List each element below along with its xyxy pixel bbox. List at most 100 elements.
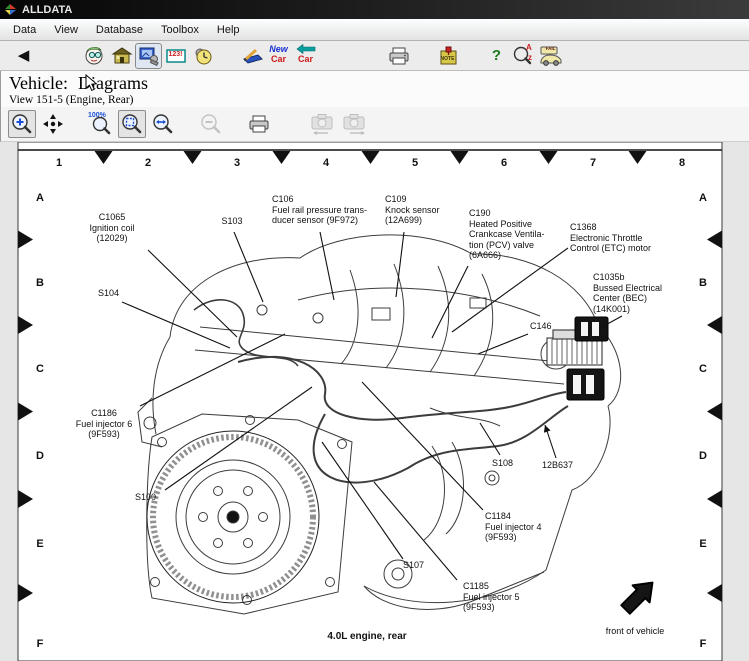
callout-c106: C106Fuel rail pressure trans-ducer senso… bbox=[272, 194, 367, 226]
grid-column-label: 1 bbox=[56, 157, 62, 169]
grid-row-label-right: F bbox=[700, 638, 707, 650]
callout-s108: S108 bbox=[492, 458, 513, 469]
new-car-button[interactable]: New Car bbox=[265, 43, 292, 69]
menu-item-database[interactable]: Database bbox=[87, 21, 152, 39]
callout-code: C109 bbox=[385, 194, 440, 205]
grid-row-label-left: D bbox=[36, 450, 44, 462]
callout-code: S103 bbox=[221, 216, 242, 227]
notes-label: NOTE bbox=[441, 57, 455, 62]
callout-description-line: (9F593) bbox=[485, 532, 542, 543]
callout-c109: C109Knock sensor(12A699) bbox=[385, 194, 440, 226]
callout-description-line: (14K001) bbox=[593, 304, 662, 315]
callout-description-line: Crankcase Ventila- bbox=[469, 229, 545, 240]
grid-column-label: 4 bbox=[323, 157, 330, 169]
grid-row-label-left: E bbox=[36, 538, 43, 550]
grid-column-label: 6 bbox=[501, 157, 507, 169]
grid-row-label-right: D bbox=[699, 450, 707, 462]
callout-c190: C190Heated PositiveCrankcase Ventila-tio… bbox=[469, 208, 545, 261]
pan-button[interactable] bbox=[38, 109, 68, 139]
search-button[interactable]: A z bbox=[510, 43, 537, 69]
callout-c1065: C1065Ignition coil(12029) bbox=[89, 212, 134, 244]
callout-code: C190 bbox=[469, 208, 545, 219]
callout-description-line: tion (PCV) valve bbox=[469, 240, 545, 251]
new-car-label-bottom: Car bbox=[271, 55, 286, 64]
callout-code: C1368 bbox=[570, 222, 651, 233]
zoom-100-button[interactable]: 100% bbox=[86, 109, 116, 139]
zoom-out-icon bbox=[199, 112, 223, 136]
search-label-z: z bbox=[528, 54, 532, 62]
callout-s104: S104 bbox=[98, 288, 119, 299]
callout-description-line: Fuel injector 6 bbox=[76, 419, 133, 430]
menu-item-view[interactable]: View bbox=[45, 21, 87, 39]
zoom-fit-button[interactable] bbox=[118, 110, 146, 138]
previous-car-button[interactable]: Car bbox=[292, 43, 319, 69]
zoom-out-button bbox=[196, 109, 226, 139]
estimate-button[interactable]: 123! bbox=[162, 43, 189, 69]
callout-code: C106 bbox=[272, 194, 367, 205]
callout-c1186: C1186Fuel injector 6(9F593) bbox=[76, 408, 133, 440]
grid-row-label-right: E bbox=[699, 538, 706, 550]
viewer-toolbar: 100% bbox=[0, 107, 749, 142]
diagrams-button[interactable] bbox=[135, 43, 162, 69]
callout-description-line: Electronic Throttle bbox=[570, 233, 651, 244]
callout-c1184: C1184Fuel injector 4(9F593) bbox=[485, 511, 542, 543]
estimate-label: 123! bbox=[168, 51, 182, 58]
window-title: ALLDATA bbox=[22, 4, 72, 16]
shop-button[interactable] bbox=[108, 43, 135, 69]
page-header: Vehicle:Diagrams View 151-5 (Engine, Rea… bbox=[0, 71, 749, 107]
main-toolbar: ◀ 123! bbox=[0, 41, 749, 71]
callout-code: C1184 bbox=[485, 511, 542, 522]
zoom-in-icon bbox=[10, 112, 34, 136]
printer-icon bbox=[388, 45, 410, 67]
markup-pencil-icon bbox=[240, 45, 264, 67]
callout-code: S104 bbox=[98, 288, 119, 299]
page-title: Vehicle:Diagrams bbox=[9, 73, 749, 94]
callout-description-line: Bussed Electrical bbox=[593, 283, 662, 294]
diagram-viewport[interactable]: 12345678AABBCCDDEEFF C1065Ignition coil(… bbox=[0, 142, 749, 661]
title-bar[interactable]: ALLDATA bbox=[0, 0, 749, 19]
schedule-clock-icon bbox=[192, 45, 214, 67]
callout-code: C1186 bbox=[76, 408, 133, 419]
callout-s107: S107 bbox=[403, 560, 424, 571]
callout-code: C146 bbox=[530, 321, 552, 332]
help-button[interactable]: ? bbox=[483, 43, 510, 69]
callout-description-line: Center (BEC) bbox=[593, 293, 662, 304]
grid-column-label: 7 bbox=[590, 157, 596, 169]
callout-description-line: (9F593) bbox=[463, 602, 520, 613]
diagrams-tool-icon bbox=[138, 45, 160, 67]
front-of-vehicle-label: front of vehicle bbox=[606, 626, 665, 636]
recall-label: FAIL bbox=[546, 47, 556, 52]
zoom-width-button[interactable] bbox=[148, 109, 178, 139]
callout-code: C1035b bbox=[593, 272, 662, 283]
grid-column-label: 8 bbox=[679, 157, 685, 169]
callout-c1035b: C1035bBussed ElectricalCenter (BEC)(14K0… bbox=[593, 272, 662, 314]
zoom-fit-icon bbox=[120, 112, 144, 136]
menu-item-toolbox[interactable]: Toolbox bbox=[152, 21, 208, 39]
markup-button[interactable] bbox=[238, 43, 265, 69]
customer-button[interactable] bbox=[81, 43, 108, 69]
callout-c1368: C1368Electronic ThrottleControl (ETC) mo… bbox=[570, 222, 651, 254]
page-subtitle: View 151-5 (Engine, Rear) bbox=[9, 94, 749, 106]
back-button[interactable]: ◀ bbox=[10, 43, 37, 69]
zoom-in-button[interactable] bbox=[8, 110, 36, 138]
schedule-button[interactable] bbox=[189, 43, 216, 69]
print-view-button[interactable] bbox=[244, 109, 274, 139]
notes-button[interactable]: NOTE bbox=[434, 43, 461, 69]
back-icon: ◀ bbox=[18, 48, 30, 63]
callout-s103: S103 bbox=[221, 216, 242, 227]
menu-item-help[interactable]: Help bbox=[208, 21, 249, 39]
recalls-button[interactable]: FAIL bbox=[537, 43, 564, 69]
search-label-a: A bbox=[526, 44, 532, 52]
callout-description-line: ducer sensor (9F972) bbox=[272, 215, 367, 226]
callout-code: S100 bbox=[135, 492, 156, 503]
callout-code: S107 bbox=[403, 560, 424, 571]
grid-row-label-right: C bbox=[699, 363, 707, 375]
grid-column-label: 2 bbox=[145, 157, 151, 169]
menu-item-data[interactable]: Data bbox=[4, 21, 45, 39]
callout-description-line: Ignition coil bbox=[89, 223, 134, 234]
callout-s100: S100 bbox=[135, 492, 156, 503]
app-logo-icon bbox=[4, 3, 17, 16]
grid-row-label-left: C bbox=[36, 363, 44, 375]
callout-description-line: (6A666) bbox=[469, 250, 545, 261]
print-button[interactable] bbox=[385, 43, 412, 69]
